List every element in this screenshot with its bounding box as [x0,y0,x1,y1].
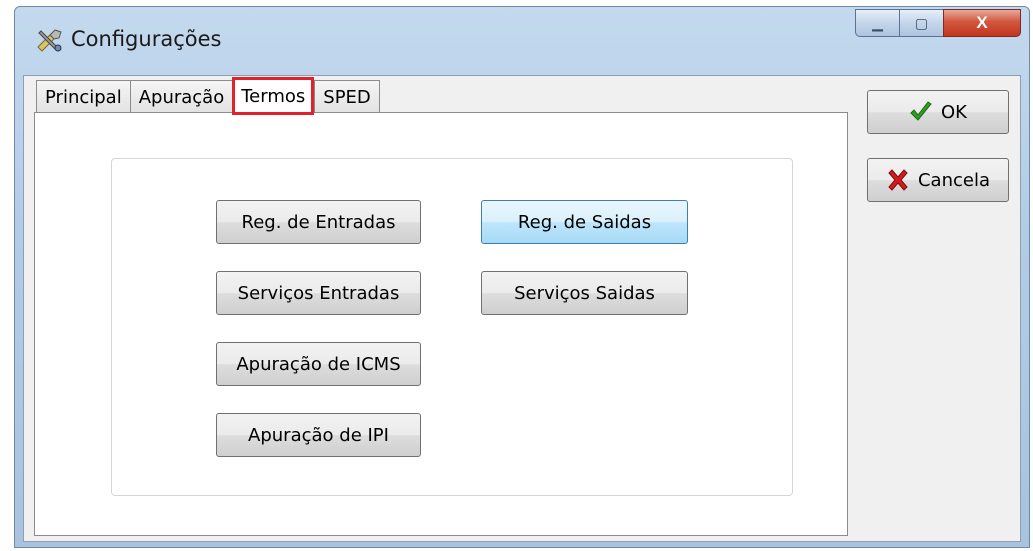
servicos-entradas-button[interactable]: Serviços Entradas [216,271,421,315]
settings-tools-icon [35,27,65,53]
tab-panel-termos: Reg. de Entradas Reg. de Saidas Serviços… [34,112,848,536]
apuracao-ipi-button[interactable]: Apuração de IPI [216,413,421,457]
window-title: Configurações [71,27,222,51]
tab-apuracao[interactable]: Apuração [129,80,233,113]
termos-group-box: Reg. de Entradas Reg. de Saidas Serviços… [111,158,793,496]
tab-termos[interactable]: Termos [232,77,315,115]
minimize-button[interactable]: ▁ [855,9,899,37]
reg-entradas-button[interactable]: Reg. de Entradas [216,200,421,244]
apuracao-icms-button[interactable]: Apuração de ICMS [216,342,421,386]
cancela-button[interactable]: Cancela [867,158,1009,202]
ok-label: OK [941,101,967,123]
reg-saidas-button[interactable]: Reg. de Saidas [481,200,688,244]
maximize-icon: ▢ [914,14,929,31]
tab-principal[interactable]: Principal [36,80,130,113]
tab-sped[interactable]: SPED [314,80,380,113]
dialog-client-area: Principal Apuração Termos SPED Reg. de E… [23,75,1021,542]
servicos-saidas-button[interactable]: Serviços Saidas [481,271,688,315]
x-cross-icon [886,168,910,192]
checkmark-icon [909,100,933,124]
tab-strip: Principal Apuração Termos SPED [36,77,380,115]
title-bar[interactable]: Configurações ▁ ▢ X [15,7,1029,67]
maximize-button[interactable]: ▢ [899,9,943,37]
close-button[interactable]: X [943,9,1021,37]
close-icon: X [976,13,988,32]
minimize-icon: ▁ [872,14,883,31]
caption-buttons: ▁ ▢ X [855,9,1021,39]
ok-button[interactable]: OK [867,90,1009,134]
configuracoes-window: Configurações ▁ ▢ X Principal Apuração T… [14,6,1030,548]
cancela-label: Cancela [917,169,990,191]
